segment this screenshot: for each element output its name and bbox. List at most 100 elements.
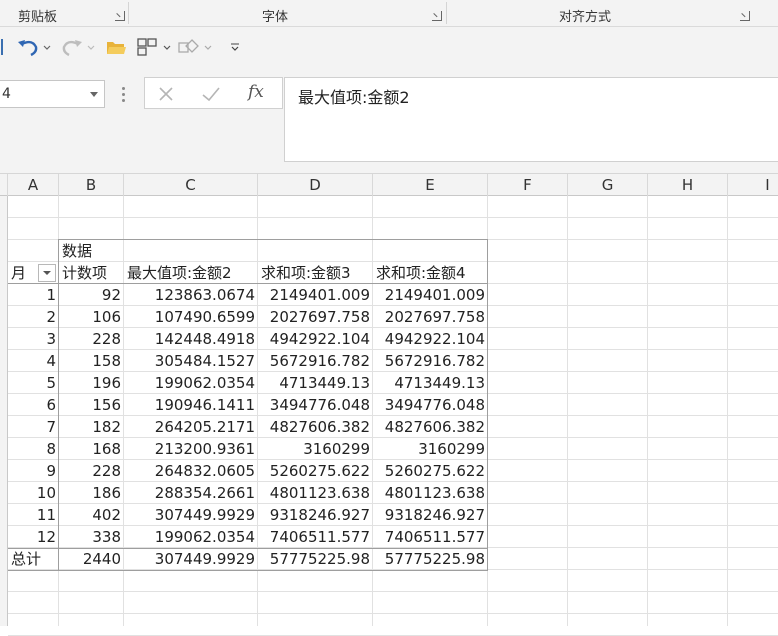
- formula-input[interactable]: 最大值项:金额2: [284, 77, 778, 162]
- formula-value: 最大值项:金额2: [298, 88, 410, 107]
- pivot-cell-month[interactable]: 2: [8, 306, 59, 328]
- pivot-header-max[interactable]: 最大值项:金额2: [124, 262, 258, 284]
- pivot-cell-sum-amount4[interactable]: 4713449.13: [373, 372, 488, 394]
- pivot-cell-sum-amount3[interactable]: 4713449.13: [258, 372, 373, 394]
- column-header-g[interactable]: G: [568, 174, 648, 196]
- pivot-cell-max-amount2[interactable]: 305484.1527: [124, 350, 258, 372]
- pivot-cell-sum-amount4[interactable]: 3160299: [373, 438, 488, 460]
- column-header-a[interactable]: A: [8, 174, 59, 196]
- pivot-cell-month[interactable]: 5: [8, 372, 59, 394]
- pivot-cell-month[interactable]: 12: [8, 526, 59, 548]
- pivot-cell-sum-amount4[interactable]: 4942922.104: [373, 328, 488, 350]
- pivot-total-sum-amount3[interactable]: 57775225.98: [258, 548, 373, 570]
- pivot-cell-month[interactable]: 3: [8, 328, 59, 350]
- pivot-cell-month[interactable]: 9: [8, 460, 59, 482]
- shapes-button[interactable]: [176, 35, 216, 59]
- pivot-cell-count[interactable]: 158: [59, 350, 124, 372]
- pivot-total-month[interactable]: 总计: [8, 548, 59, 570]
- pivot-cell-sum-amount3[interactable]: 5672916.782: [258, 350, 373, 372]
- pivot-cell-count[interactable]: 156: [59, 394, 124, 416]
- pivot-cell-sum-amount4[interactable]: 2027697.758: [373, 306, 488, 328]
- pivot-header-sum4[interactable]: 求和项:金额4: [373, 262, 488, 284]
- pivot-cell-max-amount2[interactable]: 142448.4918: [124, 328, 258, 350]
- pivot-cell-count[interactable]: 106: [59, 306, 124, 328]
- pivot-cell-max-amount2[interactable]: 199062.0354: [124, 372, 258, 394]
- pivot-total-count[interactable]: 2440: [59, 548, 124, 570]
- column-header-e[interactable]: E: [373, 174, 488, 196]
- pivot-cell-month[interactable]: 8: [8, 438, 59, 460]
- column-header-f[interactable]: F: [488, 174, 568, 196]
- pivot-cell-sum-amount4[interactable]: 9318246.927: [373, 504, 488, 526]
- enter-check-icon[interactable]: [201, 85, 221, 103]
- pivot-cell-max-amount2[interactable]: 264832.0605: [124, 460, 258, 482]
- open-folder-button[interactable]: [104, 35, 128, 59]
- insert-function-icon[interactable]: fx: [248, 82, 264, 102]
- pivot-cell-max-amount2[interactable]: 307449.9929: [124, 504, 258, 526]
- pivot-cell-max-amount2[interactable]: 288354.2661: [124, 482, 258, 504]
- pivot-cell-max-amount2[interactable]: 199062.0354: [124, 526, 258, 548]
- clipboard-launcher-icon[interactable]: [115, 11, 125, 21]
- pivot-cell-max-amount2[interactable]: 213200.9361: [124, 438, 258, 460]
- column-header-d[interactable]: D: [258, 174, 373, 196]
- pivot-cell-month[interactable]: 4: [8, 350, 59, 372]
- pivot-cell-sum-amount4[interactable]: 4827606.382: [373, 416, 488, 438]
- pivot-cell-sum-amount4[interactable]: 3494776.048: [373, 394, 488, 416]
- pivot-cell-sum-amount3[interactable]: 2027697.758: [258, 306, 373, 328]
- more-options-icon[interactable]: [120, 86, 126, 102]
- pivot-cell-sum-amount4[interactable]: 2149401.009: [373, 284, 488, 306]
- column-header-b[interactable]: B: [59, 174, 124, 196]
- column-header-i[interactable]: I: [728, 174, 778, 196]
- pivot-cell-count[interactable]: 186: [59, 482, 124, 504]
- pivot-cell-sum-amount3[interactable]: 5260275.622: [258, 460, 373, 482]
- pivot-cell-sum-amount3[interactable]: 4942922.104: [258, 328, 373, 350]
- pivot-cell-sum-amount3[interactable]: 2149401.009: [258, 284, 373, 306]
- name-box[interactable]: 4: [0, 80, 105, 108]
- pivot-cell-count[interactable]: 92: [59, 284, 124, 306]
- pivot-total-max-amount2[interactable]: 307449.9929: [124, 548, 258, 570]
- group-divider: [446, 2, 447, 24]
- pivot-cell-sum-amount3[interactable]: 4801123.638: [258, 482, 373, 504]
- pivot-cell-count[interactable]: 402: [59, 504, 124, 526]
- column-header-h[interactable]: H: [648, 174, 728, 196]
- redo-button[interactable]: [58, 35, 98, 59]
- pivot-header-count[interactable]: 计数项: [59, 262, 124, 284]
- pivot-cell-max-amount2[interactable]: 190946.1411: [124, 394, 258, 416]
- pivot-cell-max-amount2[interactable]: 107490.6599: [124, 306, 258, 328]
- pivot-total-sum-amount4[interactable]: 57775225.98: [373, 548, 488, 570]
- select-all-corner[interactable]: [0, 174, 8, 196]
- undo-icon: [18, 40, 51, 57]
- filter-dropdown-button[interactable]: [38, 264, 56, 282]
- pivot-cell-count[interactable]: 228: [59, 460, 124, 482]
- pivot-row-field[interactable]: 月: [8, 262, 38, 284]
- pivot-cell-max-amount2[interactable]: 264205.2171: [124, 416, 258, 438]
- pivot-cell-month[interactable]: 7: [8, 416, 59, 438]
- pivot-cell-month[interactable]: 6: [8, 394, 59, 416]
- pivot-cell-sum-amount4[interactable]: 5260275.622: [373, 460, 488, 482]
- pivot-cell-sum-amount4[interactable]: 4801123.638: [373, 482, 488, 504]
- pivot-data-label[interactable]: 数据: [59, 240, 124, 262]
- pivot-cell-sum-amount3[interactable]: 3160299: [258, 438, 373, 460]
- pivot-cell-sum-amount3[interactable]: 9318246.927: [258, 504, 373, 526]
- pivot-cell-sum-amount3[interactable]: 4827606.382: [258, 416, 373, 438]
- pivot-cell-count[interactable]: 228: [59, 328, 124, 350]
- pivot-cell-count[interactable]: 182: [59, 416, 124, 438]
- pivot-header-sum3[interactable]: 求和项:金额3: [258, 262, 373, 284]
- layout-button[interactable]: [135, 35, 175, 59]
- pivot-cell-count[interactable]: 338: [59, 526, 124, 548]
- undo-button[interactable]: [14, 35, 54, 59]
- customize-toolbar-button[interactable]: [226, 35, 244, 59]
- font-launcher-icon[interactable]: [432, 11, 442, 21]
- pivot-cell-max-amount2[interactable]: 123863.0674: [124, 284, 258, 306]
- alignment-launcher-icon[interactable]: [740, 11, 750, 21]
- column-header-c[interactable]: C: [124, 174, 258, 196]
- pivot-cell-sum-amount3[interactable]: 3494776.048: [258, 394, 373, 416]
- pivot-cell-month[interactable]: 1: [8, 284, 59, 306]
- cancel-icon[interactable]: [157, 85, 175, 103]
- pivot-cell-count[interactable]: 168: [59, 438, 124, 460]
- pivot-cell-count[interactable]: 196: [59, 372, 124, 394]
- pivot-cell-month[interactable]: 11: [8, 504, 59, 526]
- pivot-cell-sum-amount4[interactable]: 5672916.782: [373, 350, 488, 372]
- pivot-cell-sum-amount3[interactable]: 7406511.577: [258, 526, 373, 548]
- pivot-cell-sum-amount4[interactable]: 7406511.577: [373, 526, 488, 548]
- pivot-cell-month[interactable]: 10: [8, 482, 59, 504]
